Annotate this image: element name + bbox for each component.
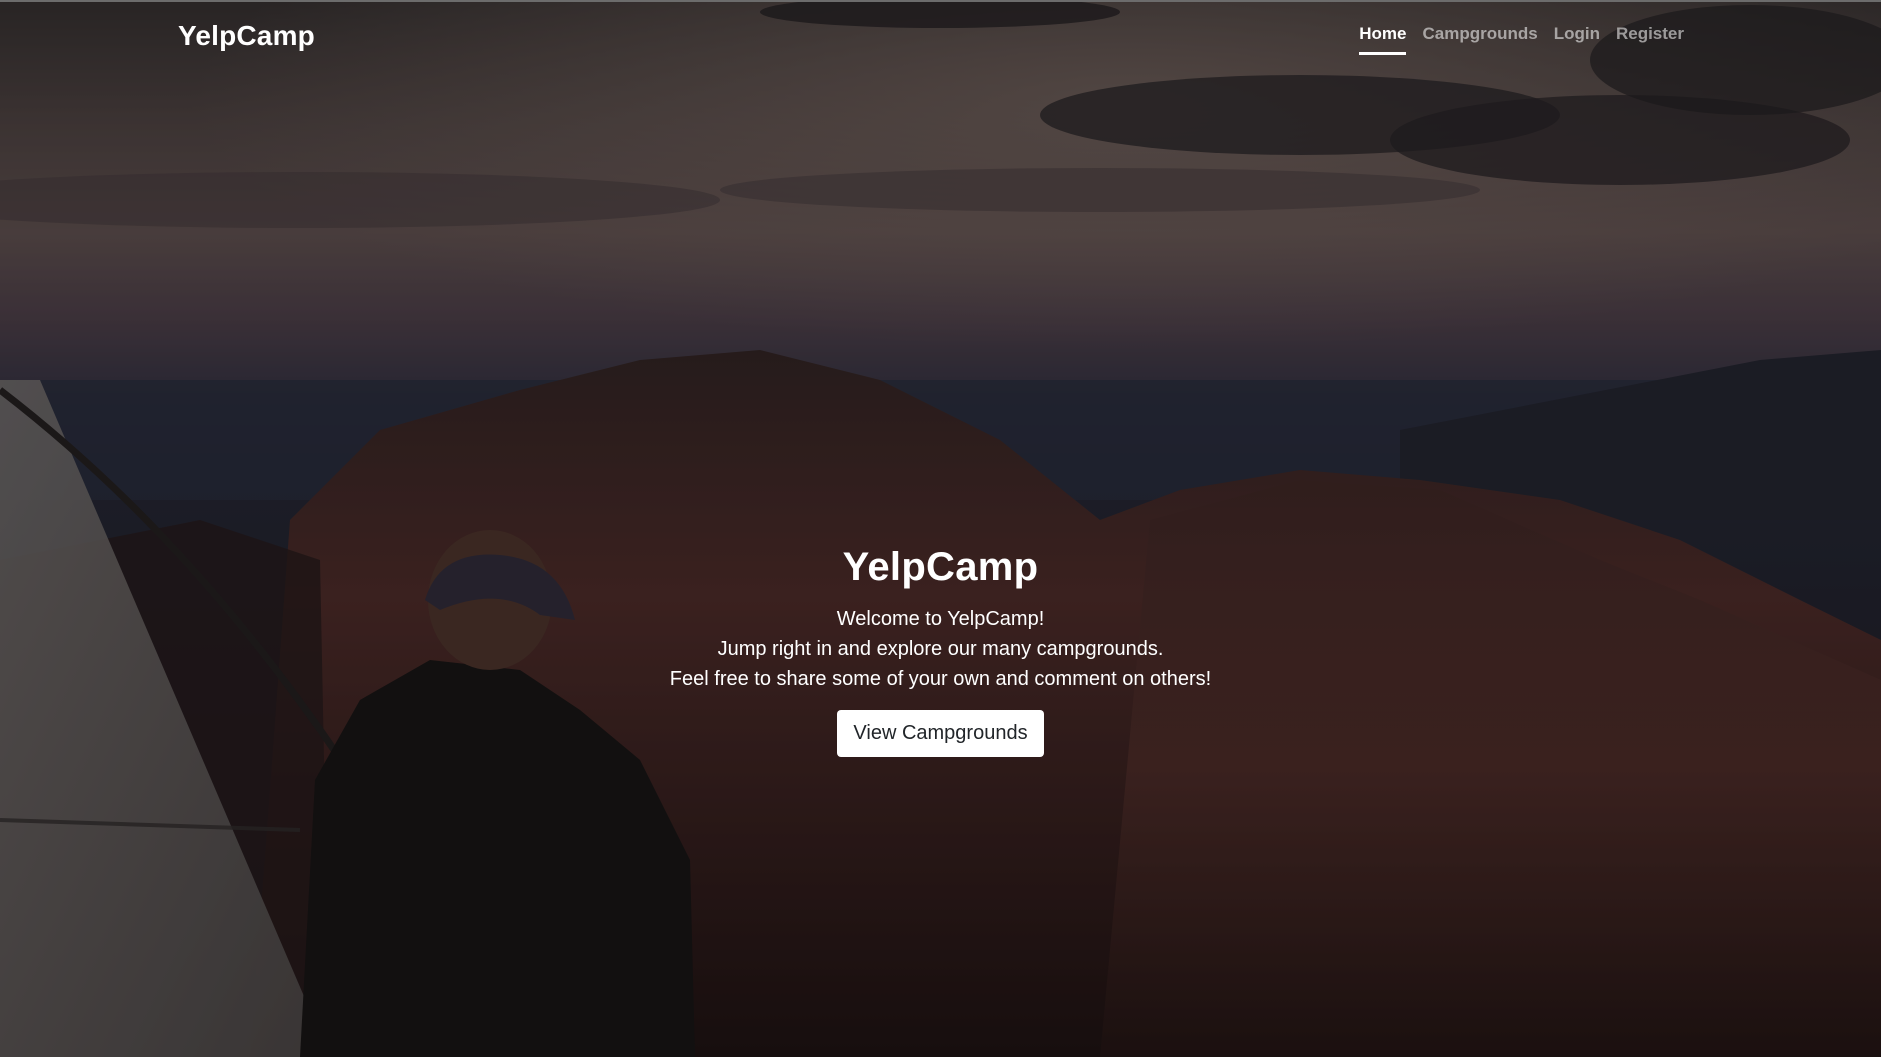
nav-links: Home Campgrounds Login Register: [1359, 24, 1684, 55]
nav-link-register[interactable]: Register: [1616, 24, 1684, 55]
navbar: YelpCamp Home Campgrounds Login Register: [0, 0, 1881, 72]
view-campgrounds-button[interactable]: View Campgrounds: [837, 710, 1044, 757]
navbar-brand[interactable]: YelpCamp: [178, 20, 315, 52]
background-dim-overlay: [0, 0, 1881, 1057]
landing-page: YelpCamp Home Campgrounds Login Register…: [0, 0, 1881, 1057]
hero-section: YelpCamp Welcome to YelpCamp! Jump right…: [0, 545, 1881, 757]
nav-link-campgrounds[interactable]: Campgrounds: [1422, 24, 1537, 55]
hero-explore-text: Jump right in and explore our many campg…: [717, 638, 1164, 660]
hero-title: YelpCamp: [842, 545, 1039, 589]
hero-share-text: Feel free to share some of your own and …: [669, 668, 1212, 690]
hero-welcome-text: Welcome to YelpCamp!: [836, 608, 1045, 630]
nav-link-home[interactable]: Home: [1359, 24, 1407, 55]
nav-link-login[interactable]: Login: [1554, 24, 1600, 55]
